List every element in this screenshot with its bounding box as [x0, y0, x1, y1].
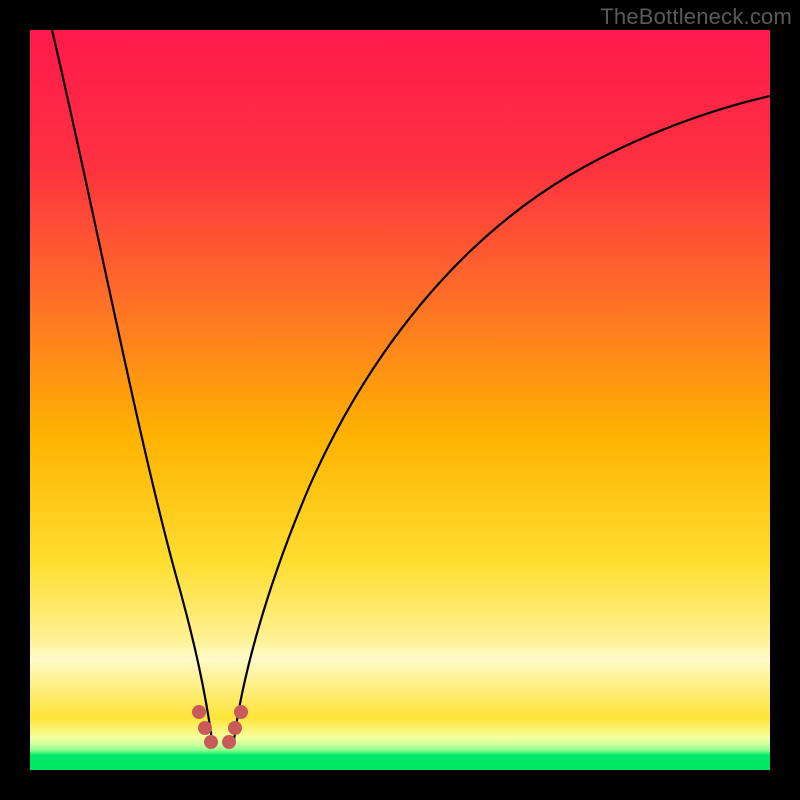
watermark-text: TheBottleneck.com	[600, 4, 792, 30]
valley-dots	[192, 705, 248, 749]
bottleneck-curve	[30, 30, 770, 770]
valley-dot	[222, 735, 236, 749]
plot-area	[30, 30, 770, 770]
valley-dot	[204, 735, 218, 749]
valley-dot	[198, 721, 212, 735]
valley-dot	[234, 705, 248, 719]
curve-left-branch	[52, 30, 212, 740]
valley-dot	[228, 721, 242, 735]
curve-right-branch	[234, 96, 770, 740]
valley-dot	[192, 705, 206, 719]
